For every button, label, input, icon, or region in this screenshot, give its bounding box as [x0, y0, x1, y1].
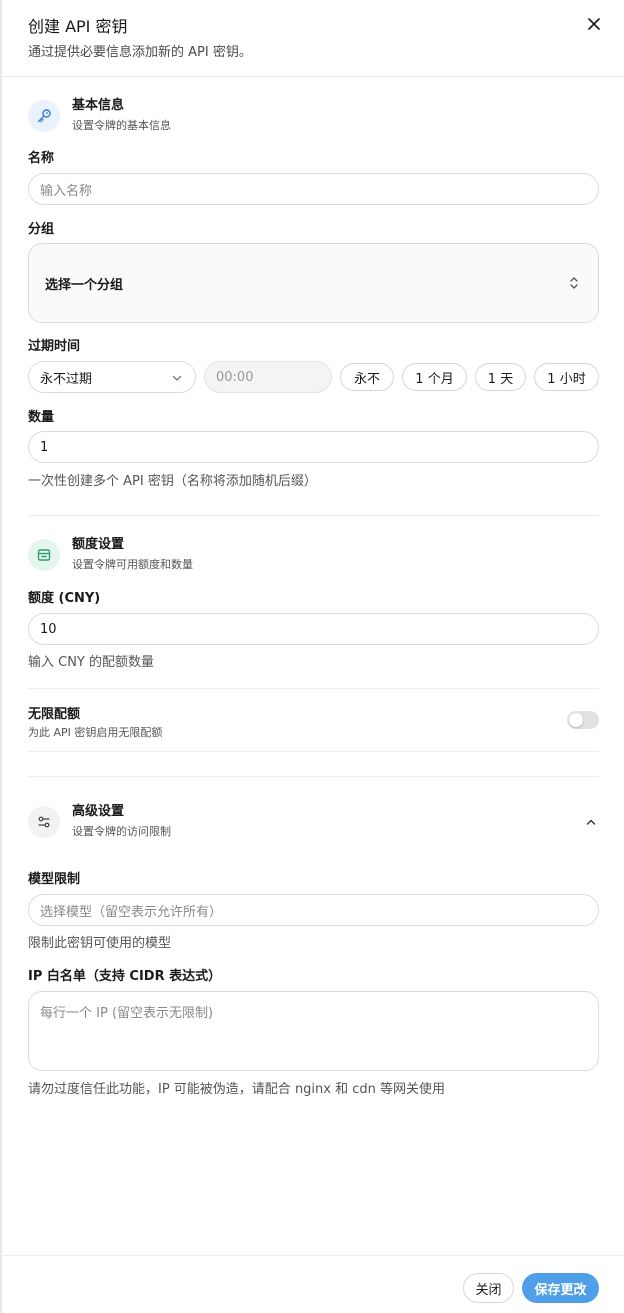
expiry-label: 过期时间 — [28, 339, 81, 354]
model-limit-help: 限制此密钥可使用的模型 — [28, 936, 172, 951]
preset-never-button[interactable]: 永不 — [340, 363, 394, 391]
chevron-up-icon[interactable] — [582, 813, 600, 831]
toggle-knob — [569, 713, 583, 727]
group-label: 分组 — [28, 222, 55, 237]
wallet-icon — [28, 538, 60, 571]
chevron-down-icon — [171, 372, 183, 388]
unlimited-quota-subtitle: 为此 API 密钥启用无限配额 — [28, 726, 163, 739]
create-api-key-dialog: 创建 API 密钥 通过提供必要信息添加新的 API 密钥。 基本信息 设置令牌… — [0, 0, 624, 1313]
dialog-title: 创建 API 密钥 — [28, 17, 128, 36]
close-icon[interactable] — [584, 14, 604, 34]
expiry-time-input[interactable]: 00:00 — [204, 361, 332, 393]
unlimited-quota-title: 无限配额 — [28, 707, 81, 722]
preset-1-month-button[interactable]: 1 个月 — [402, 363, 467, 391]
ip-whitelist-help: 请勿过度信任此功能，IP 可能被伪造，请配合 nginx 和 cdn 等网关使用 — [28, 1082, 446, 1097]
preset-1-day-button[interactable]: 1 天 — [475, 363, 526, 391]
basic-info-header: 基本信息 设置令牌的基本信息 — [28, 97, 171, 134]
close-button[interactable]: 关闭 — [463, 1273, 514, 1303]
save-button[interactable]: 保存更改 — [522, 1273, 599, 1303]
name-input[interactable]: 输入名称 — [28, 173, 599, 205]
model-limit-select[interactable]: 选择模型（留空表示允许所有） — [28, 894, 599, 926]
chevron-up-down-icon — [568, 275, 580, 295]
footer-divider — [2, 1255, 624, 1256]
basic-info-title: 基本信息 — [72, 98, 125, 113]
quota-amount-input[interactable]: 10 — [28, 613, 599, 645]
key-icon — [28, 99, 60, 132]
header-divider — [2, 76, 624, 77]
count-help: 一次性创建多个 API 密钥（名称将添加随机后缀） — [28, 474, 317, 489]
unlimited-quota-toggle[interactable] — [567, 711, 599, 729]
section-divider — [28, 688, 599, 689]
sliders-icon — [28, 805, 60, 838]
expiry-select[interactable]: 永不过期 — [28, 361, 196, 393]
group-select-value: 选择一个分组 — [45, 277, 124, 293]
quota-amount-help: 输入 CNY 的配额数量 — [28, 655, 155, 670]
quota-header: 额度设置 设置令牌可用额度和数量 — [28, 536, 193, 573]
ip-whitelist-textarea[interactable]: 每行一个 IP (留空表示无限制) — [28, 991, 599, 1071]
count-input[interactable]: 1 — [28, 431, 599, 463]
group-select[interactable]: 选择一个分组 — [28, 243, 599, 323]
count-label: 数量 — [28, 410, 55, 425]
quota-subtitle: 设置令牌可用额度和数量 — [72, 558, 193, 571]
section-divider — [28, 515, 599, 516]
quota-amount-label: 额度 (CNY) — [28, 591, 101, 606]
advanced-header[interactable]: 高级设置 设置令牌的访问限制 — [28, 803, 171, 840]
dialog-subtitle: 通过提供必要信息添加新的 API 密钥。 — [28, 45, 252, 60]
name-label: 名称 — [28, 151, 55, 166]
section-divider — [28, 776, 599, 777]
model-limit-label: 模型限制 — [28, 872, 81, 887]
ip-whitelist-label: IP 白名单（支持 CIDR 表达式） — [28, 969, 222, 984]
advanced-title: 高级设置 — [72, 804, 125, 819]
expiry-select-value: 永不过期 — [40, 371, 93, 387]
section-divider — [28, 751, 599, 752]
basic-info-subtitle: 设置令牌的基本信息 — [72, 119, 171, 132]
quota-title: 额度设置 — [72, 537, 125, 552]
preset-1-hour-button[interactable]: 1 小时 — [534, 363, 599, 391]
advanced-subtitle: 设置令牌的访问限制 — [72, 825, 171, 838]
dialog-header: 创建 API 密钥 通过提供必要信息添加新的 API 密钥。 — [28, 16, 624, 62]
